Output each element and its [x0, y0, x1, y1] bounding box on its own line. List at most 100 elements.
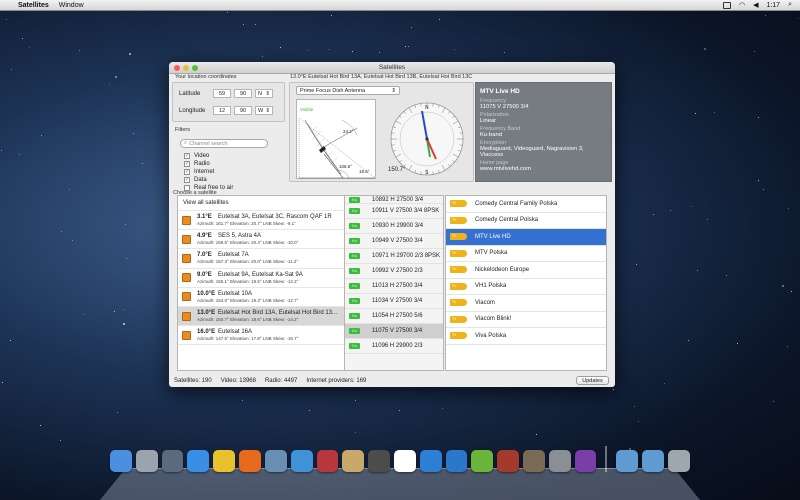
channel-row[interactable]: TV Comedy Central Polska [446, 213, 606, 229]
ku-band-badge: Ku [349, 238, 360, 244]
frequency-row[interactable]: Ku 10892 H 27500 3/4 [345, 196, 443, 204]
launchpad-icon[interactable] [135, 450, 158, 472]
channel-info-panel: MTV Live HD Frequency 11075 V 27500 3/4 … [475, 82, 612, 182]
channel-search-input[interactable]: ⌕ Channel search [180, 139, 268, 148]
frequency-row[interactable]: Ku 10992 V 27500 2/3 [345, 264, 443, 279]
longitude-degrees-field[interactable]: 12 [213, 106, 231, 115]
channel-row[interactable]: TV VH1 Polska [446, 279, 606, 295]
clock[interactable]: 1:17 [766, 2, 780, 9]
frequency-label: 10930 H 29900 3/4 [372, 223, 424, 229]
applications-folder-icon[interactable] [616, 450, 639, 472]
satellite-details: Azimuth: 154.0° Elevation: 19.3° LNB Ske… [197, 297, 299, 303]
filter-2[interactable]: ✓ Internet [184, 169, 214, 175]
ku-band-badge: Ku [349, 268, 360, 274]
game-icon[interactable] [574, 450, 597, 472]
frequency-row[interactable]: Ku 11075 V 27500 3/4 [345, 324, 443, 339]
frequency-row[interactable]: Ku 11034 V 27500 3/4 [345, 294, 443, 309]
view-all-satellites[interactable]: View all satellites [178, 196, 344, 211]
longitude-minutes-field[interactable]: 90 [234, 106, 252, 115]
channel-row[interactable]: TV MTV Polska [446, 246, 606, 262]
minimize-button[interactable] [183, 65, 189, 71]
app-store-icon[interactable] [187, 450, 210, 472]
filter-1[interactable]: ✓ Radio [184, 161, 210, 167]
satellite-icon [182, 311, 191, 321]
facetime-icon[interactable] [368, 450, 390, 472]
spotlight-icon[interactable]: ⌕ [788, 1, 792, 9]
chrome-icon[interactable] [213, 450, 236, 472]
satellite-row[interactable]: 3.1°E Eutelsat 3A, Eutelsat 3C, Rascom QA… [178, 211, 344, 231]
frequency-row[interactable]: Ku 10949 V 27500 3/4 [345, 234, 443, 249]
mission-control-icon[interactable] [161, 450, 184, 472]
frequency-label: 10971 H 29700 2/3 8PSK [372, 253, 441, 259]
satellite-row[interactable]: 9.0°E Eutelsat 9A, Eutelsat Ka-Sat 9A Azim… [178, 269, 344, 288]
checkbox[interactable]: ✓ [184, 153, 190, 159]
frequency-row[interactable]: Ku 11013 H 27500 3/4 [345, 279, 443, 294]
satellite-row[interactable]: 16.0°E Eutelsat 16A Azimuth: 147.5° Elevat… [178, 326, 344, 346]
photo-icon[interactable] [497, 450, 519, 472]
channel-row[interactable]: TV Viacom [446, 295, 606, 312]
channel-row[interactable]: TV MTV Live HD [446, 229, 606, 246]
filter-3[interactable]: ✓ Data [184, 177, 207, 183]
frequency-row[interactable]: Ku 10930 H 29900 3/4 [345, 219, 443, 234]
battery-icon[interactable] [722, 1, 731, 9]
checkbox[interactable]: ✓ [184, 177, 190, 183]
zoom-button[interactable] [192, 65, 198, 71]
itunes-icon[interactable] [419, 450, 442, 472]
checkbox[interactable]: ✓ [184, 161, 190, 167]
frequency-row[interactable]: Ku 10911 V 27500 3/4 8PSK [345, 204, 443, 219]
calendar-icon[interactable] [393, 450, 416, 472]
wifi-icon[interactable]: ◠ [739, 1, 745, 9]
satellite-row[interactable]: 7.0°E Eutelsat 7A Azimuth: 157.3° Elevatio… [178, 249, 344, 269]
homepage-link[interactable]: www.mtvlivehd.com [480, 166, 607, 172]
latitude-direction-select[interactable]: N ⇕ [255, 89, 273, 98]
satellite-row[interactable]: 4.9°E SES 5, Astra 4A Azimuth: 159.6° Elev… [178, 230, 344, 250]
window-titlebar[interactable]: Satellites [169, 62, 615, 74]
finder-icon[interactable] [110, 450, 132, 472]
volume-icon[interactable]: ◀ [753, 1, 758, 9]
video-count: Video: 13968 [220, 377, 256, 384]
firefox-icon[interactable] [239, 450, 261, 472]
channel-row[interactable]: TV Nickelodeon Europe [446, 262, 606, 279]
frequency-row[interactable]: Ku 11096 H 29900 2/3 [345, 339, 443, 354]
satellite-row[interactable]: 13.0°E Eutelsat Hot Bird 13A, Eutelsat Ho… [178, 306, 344, 327]
image-capture-icon[interactable] [523, 450, 545, 472]
tv-badge: TV [450, 332, 467, 340]
satellite-row[interactable]: 10.0°E Eutelsat 10A Azimuth: 154.0° Elevat… [178, 288, 344, 307]
antenna-type-select[interactable]: Prime Focus Dish Antenna ⇕ [296, 86, 400, 95]
menu-window[interactable]: Window [59, 2, 84, 9]
channel-row[interactable]: TV Viva Polska [446, 328, 606, 345]
ku-band-badge: Ku [349, 328, 360, 334]
latitude-degrees-field[interactable]: 59 [213, 89, 231, 98]
contacts-icon[interactable] [342, 450, 365, 472]
filter-label: Video [194, 153, 210, 159]
channel-label: Comedy Central Family Polska [475, 200, 558, 207]
channel-row[interactable]: TV Viacom Blink! [446, 312, 606, 328]
longitude-label: Longitude [179, 107, 206, 114]
filter-0[interactable]: ✓ Video [184, 153, 209, 159]
frequency-label: 11034 V 27500 3/4 [372, 298, 423, 304]
updates-button[interactable]: Updates [576, 376, 609, 385]
utorrent-icon[interactable] [471, 450, 494, 472]
photo-booth-icon[interactable] [316, 450, 339, 472]
menu-app-name[interactable]: Satellites [18, 2, 49, 9]
frequency-row[interactable]: Ku 10971 H 29700 2/3 8PSK [345, 249, 443, 264]
close-button[interactable] [174, 65, 180, 71]
satellite-name: Eutelsat 10A [218, 290, 253, 297]
ku-band-badge: Ku [349, 283, 360, 289]
downloads-folder-icon[interactable] [642, 450, 665, 472]
xcode-icon[interactable] [445, 450, 468, 472]
settings-icon[interactable] [548, 450, 571, 472]
satellite-icon [182, 330, 191, 340]
trash-icon[interactable] [668, 450, 690, 472]
channel-name: MTV Live HD [480, 88, 520, 95]
safari-icon[interactable] [290, 450, 313, 472]
satellite-name: Eutelsat Hot Bird 13A, Eutelsat Hot Bird… [218, 310, 338, 317]
longitude-direction-select[interactable]: W ⇕ [255, 106, 273, 115]
latitude-minutes-field[interactable]: 90 [234, 89, 252, 98]
filter-label: Radio [194, 161, 210, 167]
satellite-name: SES 5, Astra 4A [218, 233, 262, 240]
frequency-row[interactable]: Ku 11054 H 27500 5/6 [345, 309, 443, 324]
checkbox[interactable]: ✓ [184, 169, 190, 175]
preview-icon[interactable] [264, 450, 287, 472]
channel-row[interactable]: TV Comedy Central Family Polska [446, 196, 606, 213]
